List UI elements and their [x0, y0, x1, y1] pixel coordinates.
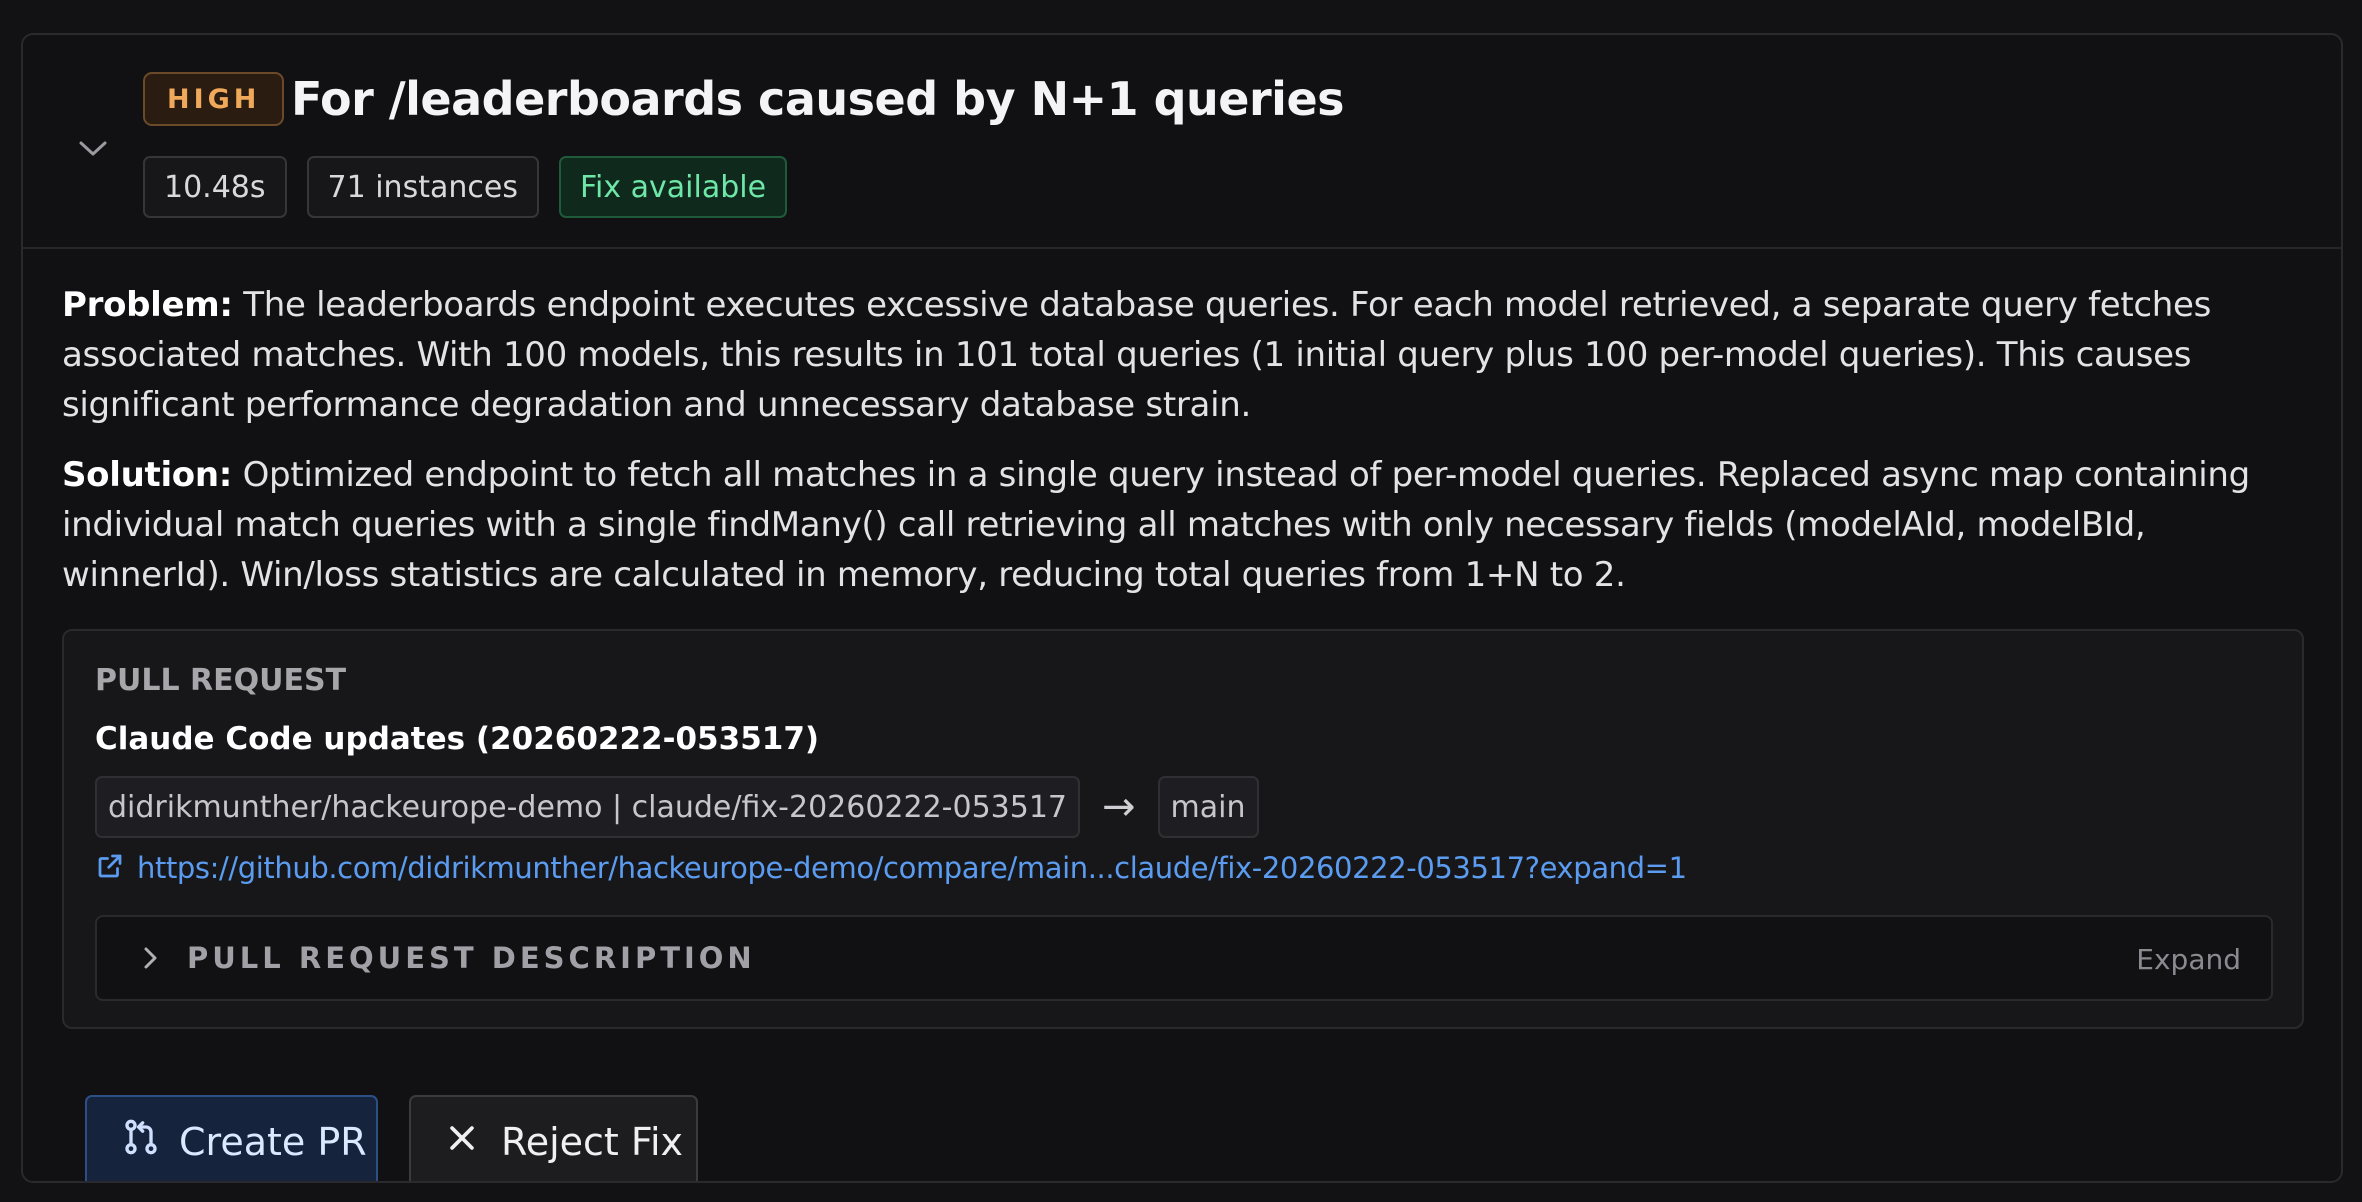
pull-request-description-label: PULL REQUEST DESCRIPTION [187, 941, 756, 975]
issue-card: HIGH For /leaderboards caused by N+1 que… [21, 33, 2343, 1183]
target-branch: main [1157, 776, 1259, 838]
chevron-down-icon[interactable] [73, 129, 113, 169]
instances-chip: 71 instances [306, 156, 539, 218]
reject-fix-button[interactable]: Reject Fix [409, 1095, 698, 1181]
git-pull-request-icon [121, 1117, 161, 1166]
reject-fix-label: Reject Fix [501, 1119, 684, 1164]
create-pr-button[interactable]: Create PR [85, 1095, 378, 1181]
issue-header[interactable]: HIGH For /leaderboards caused by N+1 que… [23, 35, 2341, 249]
fix-status-chip: Fix available [558, 156, 788, 218]
pull-request-title: Claude Code updates (20260222-053517) [95, 721, 820, 757]
branch-row: didrikmunther/hackeurope-demo | claude/f… [95, 776, 1259, 838]
solution-text: Optimized endpoint to fetch all matches … [62, 455, 2250, 595]
duration-chip: 10.48s [143, 156, 287, 218]
problem-text: The leaderboards endpoint executes exces… [62, 285, 2212, 425]
arrow-right-icon: → [1102, 784, 1136, 830]
pull-request-link-row: https://github.com/didrikmunther/hackeur… [95, 851, 1687, 885]
problem-label: Problem: [62, 285, 233, 325]
pull-request-panel: PULL REQUEST Claude Code updates (202602… [62, 629, 2304, 1029]
expand-link[interactable]: Expand [2136, 943, 2241, 976]
severity-badge: HIGH [143, 72, 285, 126]
chevron-right-icon [135, 943, 165, 973]
source-branch: didrikmunther/hackeurope-demo | claude/f… [95, 776, 1081, 838]
create-pr-label: Create PR [179, 1119, 367, 1164]
solution-paragraph: Solution: Optimized endpoint to fetch al… [62, 450, 2302, 600]
problem-paragraph: Problem: The leaderboards endpoint execu… [62, 280, 2302, 430]
external-link-icon[interactable] [95, 851, 125, 885]
pull-request-url[interactable]: https://github.com/didrikmunther/hackeur… [137, 851, 1687, 885]
solution-label: Solution: [62, 455, 233, 495]
issue-title: For /leaderboards caused by N+1 queries [291, 72, 1345, 126]
pull-request-heading: PULL REQUEST [95, 663, 347, 698]
pull-request-description-toggle[interactable]: PULL REQUEST DESCRIPTION Expand [95, 915, 2273, 1001]
close-icon [445, 1120, 479, 1164]
issue-meta-chips: 10.48s 71 instances Fix available [143, 156, 788, 218]
